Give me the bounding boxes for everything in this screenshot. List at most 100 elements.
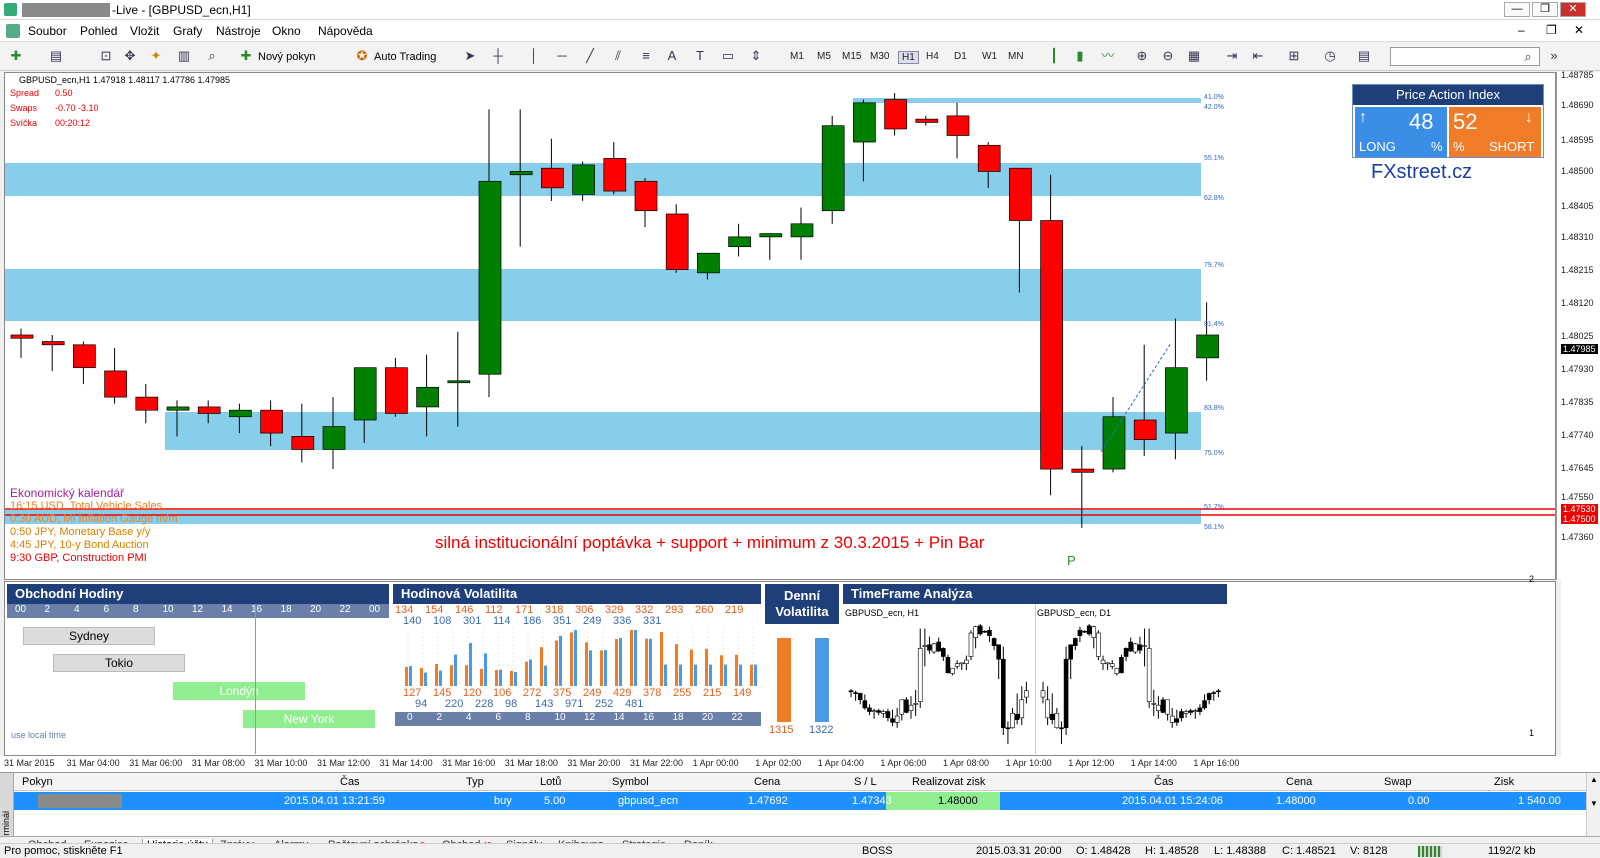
star-icon[interactable]: ✦ <box>148 48 164 64</box>
auto-trading-icon[interactable]: ✪ <box>354 48 370 64</box>
column-header[interactable]: Lotů <box>540 776 561 788</box>
indicators-icon[interactable]: ⊞ <box>1286 48 1302 64</box>
scroll-down-icon[interactable]: ▼ <box>1590 799 1598 808</box>
scroll-up-icon[interactable]: ▲ <box>1590 775 1598 784</box>
terminal-side-bar[interactable]: Terminál <box>0 773 14 845</box>
tf-m15[interactable]: M15 <box>842 51 861 62</box>
minimize-button[interactable]: — <box>1504 2 1530 17</box>
zoom-in-icon[interactable]: ⊕ <box>1134 48 1150 64</box>
tf-h4[interactable]: H4 <box>926 51 939 62</box>
new-order-icon[interactable]: ✚ <box>238 48 254 64</box>
menu-help[interactable]: Nápověda <box>318 24 373 38</box>
volatility-bar-blue <box>724 664 727 686</box>
zoom-out-icon[interactable]: ⊖ <box>1160 48 1176 64</box>
navigator-icon[interactable]: ▥ <box>176 48 192 64</box>
column-header[interactable]: Swap <box>1384 776 1412 788</box>
rectangle-icon[interactable]: ▭ <box>720 48 736 64</box>
terminal-scrollbar[interactable]: ▲ ▼ <box>1586 773 1600 837</box>
menu-file[interactable]: Soubor <box>28 24 67 38</box>
menu-insert[interactable]: Vložit <box>130 24 159 38</box>
new-chart-icon[interactable]: ✚ <box>8 48 24 64</box>
indicator-panel: Obchodní Hodiny 00 2 4 6 8 10 12 14 16 18 20 22 00 S… <box>4 574 1600 756</box>
profiles-icon[interactable]: ▤ <box>48 48 64 64</box>
fibonacci-icon[interactable]: ≡ <box>638 48 654 64</box>
volatility-bar-orange <box>555 640 558 686</box>
periods-icon[interactable]: ◷ <box>1322 48 1338 64</box>
tf-m1[interactable]: M1 <box>790 51 804 62</box>
pai-long-value: 48 <box>1409 109 1434 134</box>
text-icon[interactable]: A <box>664 48 680 64</box>
search-input[interactable] <box>1390 47 1540 66</box>
column-header[interactable]: Čas <box>340 776 360 788</box>
templates-icon[interactable]: ▤ <box>1356 48 1372 64</box>
auto-trading-button[interactable]: Auto Trading <box>374 49 436 65</box>
tf-d1[interactable]: D1 <box>954 51 967 62</box>
line-chart-icon[interactable]: 〰 <box>1100 48 1116 64</box>
menu-window[interactable]: Okno <box>272 24 301 38</box>
tester-icon[interactable]: ⌕ <box>204 48 220 64</box>
candlestick-chart-svg <box>5 92 1555 528</box>
chart-shift-icon[interactable]: ⇤ <box>1250 48 1266 64</box>
pai-long-box: ↑ 48 LONG % <box>1355 107 1447 157</box>
column-header[interactable]: Cena <box>754 776 780 788</box>
vertical-line-icon[interactable]: │ <box>526 48 542 64</box>
candle-body <box>447 380 471 384</box>
mdi-close-icon[interactable]: ✕ <box>1574 23 1584 37</box>
time-tick: 31 Mar 04:00 <box>66 758 120 768</box>
mini-candle-body <box>1100 659 1106 664</box>
autoscroll-icon[interactable]: ⇥ <box>1224 48 1240 64</box>
table-row[interactable]: 2015.04.01 13:21:59 buy 5.00 gbpusd_ecn 1.47… <box>14 792 1586 810</box>
mdi-restore-icon[interactable]: ❐ <box>1546 23 1557 37</box>
column-header[interactable]: Typ <box>466 776 484 788</box>
column-header[interactable]: Čas <box>1154 776 1174 788</box>
column-header[interactable]: S / L <box>854 776 877 788</box>
cursor-icon[interactable]: ➤ <box>462 48 478 64</box>
new-order-button[interactable]: Nový pokyn <box>258 49 315 65</box>
crosshair-icon[interactable]: ┼ <box>490 48 506 64</box>
arrows-icon[interactable]: ⇕ <box>748 48 764 64</box>
volatility-bar-blue <box>574 630 577 686</box>
mini-candle-body <box>1024 690 1029 698</box>
candle-chart-icon[interactable]: ▮ <box>1072 48 1088 64</box>
close-button[interactable]: ✕ <box>1560 2 1586 17</box>
horizontal-line-icon[interactable]: ─ <box>554 48 570 64</box>
search-icon[interactable]: ⌕ <box>1520 49 1536 65</box>
mdi-minimize-icon[interactable]: – <box>1518 23 1525 37</box>
candle-body <box>416 386 439 408</box>
toolbar-overflow-icon[interactable]: » <box>1546 48 1562 64</box>
column-header[interactable]: Cena <box>1286 776 1312 788</box>
tf-m30[interactable]: M30 <box>870 51 889 62</box>
zoom-icon[interactable]: ⊡ <box>98 48 114 64</box>
tf-h1[interactable]: H1 <box>898 51 919 64</box>
volatility-bar-orange <box>450 665 453 686</box>
use-local-time-link[interactable]: use local time <box>11 730 66 740</box>
menu-charts[interactable]: Grafy <box>173 24 202 38</box>
maximize-button[interactable]: ❐ <box>1532 2 1558 17</box>
mini-candle-body <box>964 659 969 664</box>
column-header[interactable]: Pokyn <box>22 776 53 788</box>
channel-icon[interactable]: ⫽ <box>610 48 626 64</box>
tf-w1[interactable]: W1 <box>982 51 997 62</box>
mini-candle-body <box>1010 713 1015 729</box>
menu-view[interactable]: Pohled <box>80 24 117 38</box>
tf-m5[interactable]: M5 <box>817 51 831 62</box>
tile-windows-icon[interactable]: ▦ <box>1186 48 1202 64</box>
crosshair-move-icon[interactable]: ✥ <box>122 48 138 64</box>
time-axis[interactable]: 31 Mar 2015 31 Mar 04:00 31 Mar 06:00 31 Ma… <box>0 756 1600 772</box>
candle-body <box>603 158 627 192</box>
volatility-bar-orange <box>570 632 573 686</box>
pai-long-label: LONG <box>1359 139 1396 154</box>
column-header[interactable]: Symbol <box>612 776 649 788</box>
support-price-1: 1.47530 <box>1561 504 1598 514</box>
column-header[interactable]: Realizovat zisk <box>912 776 985 788</box>
table-cell: 1.47343 <box>852 795 892 807</box>
label-icon[interactable]: T <box>692 48 708 64</box>
price-chart[interactable]: GBPUSD_ecn,H1 1.47918 1.48117 1.47786 1.… <box>4 72 1556 580</box>
volatility-bar-orange <box>510 670 513 686</box>
tf-mn[interactable]: MN <box>1008 51 1024 62</box>
price-axis[interactable]: 1.48785 1.48690 1.48595 1.48500 1.48405 … <box>1556 70 1600 580</box>
menu-tools[interactable]: Nástroje <box>216 24 261 38</box>
trendline-icon[interactable]: ╱ <box>582 48 598 64</box>
bar-chart-icon[interactable]: ┃ <box>1046 48 1062 64</box>
column-header[interactable]: Zisk <box>1494 776 1514 788</box>
